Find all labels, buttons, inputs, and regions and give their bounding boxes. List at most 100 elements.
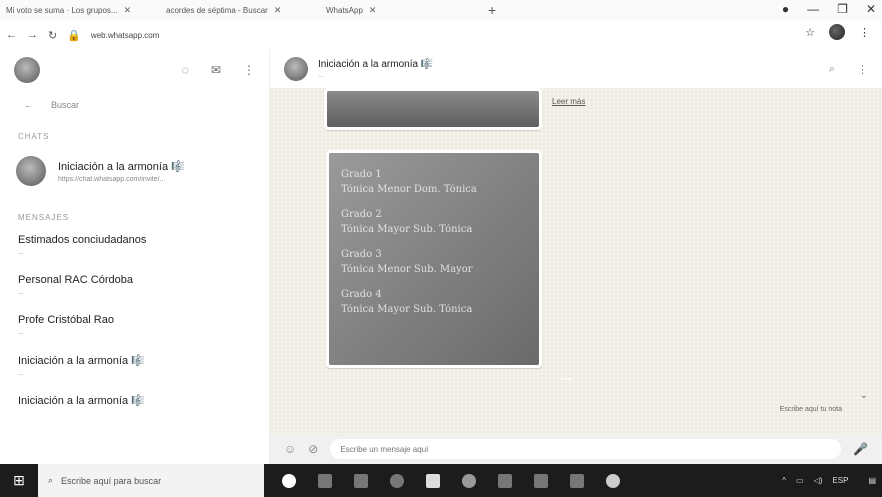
address-bar: ← → ↻ 🔒 web.whatsapp.com [0, 24, 882, 46]
image-message[interactable]: Grado 1 Tónica Menor Dom. Tónica Grado 2… [326, 150, 542, 368]
browser-icon[interactable] [390, 473, 404, 488]
store-icon[interactable] [426, 473, 440, 488]
taskbar-search-input[interactable]: Escribe aquí para buscar [61, 476, 161, 486]
status-icon[interactable]: ◌ [182, 63, 189, 77]
conversation-title: Iniciación a la armonía 🎼 [318, 59, 434, 70]
start-button[interactable]: ⊞ [0, 464, 38, 497]
chat-item[interactable]: Estimados conciudadanos ... [0, 228, 269, 268]
new-tab-button[interactable]: + [488, 2, 496, 18]
lock-icon: 🔒 [67, 29, 81, 42]
chat-item[interactable]: Personal RAC Córdoba ... [0, 268, 269, 308]
handwritten-line: Grado 4 [341, 289, 382, 300]
attach-icon[interactable]: ⊘ [308, 442, 318, 456]
notice-text: Escribe aquí tu nota [779, 406, 842, 413]
handwritten-line: Tónica Mayor Sub. Tónica [341, 224, 473, 235]
more-menu-icon[interactable]: ⋮ [859, 26, 870, 39]
chat-item[interactable]: Iniciación a la armonía 🎼 [0, 388, 269, 428]
message-input[interactable] [330, 439, 842, 459]
app-icon[interactable] [570, 473, 584, 488]
taskbar-search[interactable]: ⌕ Escribe aquí para buscar [38, 464, 264, 497]
windows-taskbar: ⊞ ⌕ Escribe aquí para buscar ^ ▭ ◁) ESP … [0, 464, 882, 497]
notifications-icon[interactable]: ▤ [868, 476, 876, 485]
search-icon[interactable]: ⌕ [829, 63, 835, 76]
search-input[interactable]: Buscar [51, 100, 79, 110]
date-separator [560, 378, 572, 380]
conversation-panel: Iniciación a la armonía 🎼 ... ⌕ ⋮ Leer m… [270, 50, 882, 464]
chat-title: Iniciación a la armonía 🎼 [18, 395, 145, 407]
close-tab-icon[interactable]: ✕ [124, 5, 132, 16]
browser-tab-2[interactable]: acordes de séptima - Buscar ✕ [160, 0, 320, 20]
chat-subtitle: ... [18, 370, 24, 377]
chat-title: Profe Cristóbal Rao [18, 314, 114, 326]
conversation-subtitle: ... [318, 72, 324, 79]
conversation-header[interactable]: Iniciación a la armonía 🎼 ... ⌕ ⋮ [270, 50, 882, 88]
menu-icon[interactable]: ⋮ [243, 63, 255, 77]
chat-item-featured[interactable]: Iniciación a la armonía 🎼 https://chat.w… [0, 146, 269, 196]
search-row[interactable]: ← Buscar [0, 92, 269, 118]
group-avatar [284, 57, 308, 81]
url-field[interactable]: web.whatsapp.com [91, 31, 159, 40]
minimize-icon[interactable]: — [807, 2, 819, 16]
chat-list-panel: ◌ ✉ ⋮ ← Buscar CHATS Iniciación a la arm… [0, 50, 270, 464]
handwritten-line: Grado 1 [341, 169, 382, 180]
close-tab-icon[interactable]: ✕ [274, 5, 282, 16]
handwritten-line: Tónica Mayor Sub. Tónica [341, 304, 473, 315]
browser-avatar[interactable] [829, 24, 845, 40]
back-arrow-icon[interactable]: ← [24, 100, 33, 110]
messages-section-label: MENSAJES [18, 213, 70, 222]
chat-title: Estimados conciudadanos [18, 234, 147, 246]
forward-icon[interactable]: → [27, 29, 38, 41]
chrome-icon[interactable] [462, 473, 476, 488]
group-avatar [16, 156, 46, 186]
chat-subtitle: ... [18, 329, 24, 336]
chat-item[interactable]: Iniciación a la armonía 🎼 ... [0, 348, 269, 388]
chat-title: Iniciación a la armonía 🎼 [58, 160, 185, 173]
emoji-icon[interactable]: ☺ [284, 442, 296, 456]
browser-tab-1[interactable]: Mi voto se suma · Los grupos... ✕ [0, 0, 160, 20]
chat-subtitle: ... [18, 289, 24, 296]
photos-icon[interactable] [534, 473, 548, 488]
tab-label: WhatsApp [326, 5, 363, 15]
reload-icon[interactable]: ↻ [48, 29, 57, 42]
microphone-icon[interactable]: 🎤 [853, 442, 868, 456]
image-message[interactable] [324, 88, 542, 130]
chats-section-label: CHATS [18, 132, 50, 141]
chat-subtitle: ... [18, 249, 24, 256]
left-header-icons: ◌ ✉ ⋮ [182, 63, 255, 77]
profile-icon[interactable]: ● [782, 2, 789, 16]
task-view-icon[interactable] [282, 473, 296, 488]
volume-icon[interactable]: ◁) [814, 476, 823, 485]
new-chat-icon[interactable]: ✉ [211, 63, 221, 77]
close-window-icon[interactable]: ✕ [866, 2, 876, 16]
search-icon: ⌕ [48, 475, 54, 485]
widgets-icon[interactable] [318, 473, 332, 488]
menu-icon[interactable]: ⋮ [857, 63, 868, 76]
word-icon[interactable] [498, 473, 512, 488]
user-avatar[interactable] [14, 57, 40, 83]
chat-subtitle: https://chat.whatsapp.com/invite/... [58, 175, 166, 183]
message-input-bar: ☺ ⊘ 🎤 [270, 434, 882, 464]
handwritten-line: Grado 2 [341, 209, 382, 220]
chat-item[interactable]: Profe Cristóbal Rao ... [0, 308, 269, 348]
left-header: ◌ ✉ ⋮ [0, 50, 269, 90]
maximize-icon[interactable]: ❐ [837, 2, 848, 16]
settings-icon[interactable] [606, 473, 620, 488]
star-icon[interactable]: ☆ [805, 26, 815, 39]
mail-icon[interactable] [354, 473, 368, 488]
taskbar-apps [264, 473, 620, 488]
scroll-down-icon[interactable]: ⌄ [860, 390, 868, 401]
browser-tabstrip: Mi voto se suma · Los grupos... ✕ acordes… [0, 0, 882, 20]
address-bar-actions: ☆ ⋮ [805, 24, 870, 40]
handwritten-line: Tónica Menor Dom. Tónica [341, 184, 477, 195]
tab-label: Mi voto se suma · Los grupos... [6, 5, 118, 15]
read-more-link[interactable]: Leer más [552, 97, 585, 106]
tray-chevron-icon[interactable]: ^ [782, 476, 786, 485]
back-icon[interactable]: ← [6, 29, 17, 41]
handwritten-note-photo: Grado 1 Tónica Menor Dom. Tónica Grado 2… [329, 153, 539, 365]
close-tab-icon[interactable]: ✕ [369, 5, 377, 16]
browser-tab-3[interactable]: WhatsApp ✕ [320, 0, 480, 20]
network-icon[interactable]: ▭ [796, 476, 804, 485]
window-controls: ● — ❐ ✕ [782, 2, 876, 16]
language-indicator[interactable]: ESP [832, 476, 848, 485]
handwritten-line: Grado 3 [341, 249, 382, 260]
